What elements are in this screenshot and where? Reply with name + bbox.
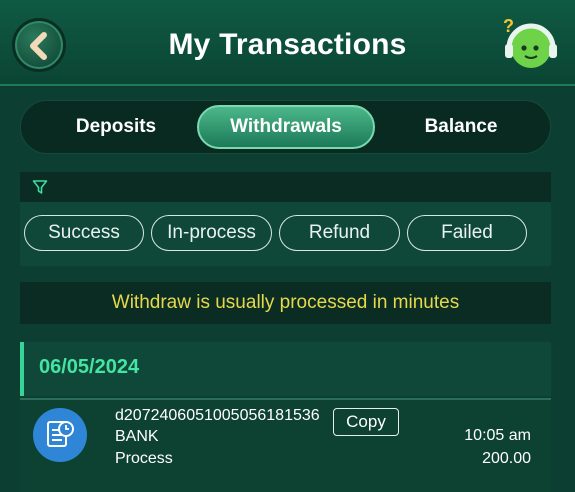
filter-icon[interactable]	[32, 179, 48, 195]
date-label: 06/05/2024	[39, 356, 140, 378]
tab-balance[interactable]: Balance	[391, 105, 531, 149]
filter-chip-in-process[interactable]: In-process	[151, 215, 272, 251]
tab-withdrawals[interactable]: Withdrawals	[197, 105, 375, 149]
transaction-status: Process	[115, 450, 173, 467]
transaction-method: BANK	[115, 428, 159, 445]
support-button[interactable]: ?	[499, 14, 561, 76]
status-filter-chips: Success In-process Refund Failed	[20, 202, 551, 266]
support-headset-icon: ?	[503, 16, 557, 68]
processing-notice: Withdraw is usually processed in minutes	[20, 282, 551, 324]
transaction-row[interactable]: d2072406051005056181536 Copy BANK Proces…	[20, 400, 551, 492]
header-bar: My Transactions ?	[0, 0, 575, 86]
transaction-time: 10:05 am	[464, 427, 531, 444]
filter-chip-success[interactable]: Success	[24, 215, 144, 251]
transaction-type-tabs: Deposits Withdrawals Balance	[20, 100, 551, 154]
transaction-id: d2072406051005056181536	[115, 407, 320, 424]
filter-bar	[20, 172, 551, 202]
receipt-clock-icon	[33, 408, 87, 462]
transaction-amount: 200.00	[482, 450, 531, 467]
copy-button[interactable]: Copy	[333, 408, 399, 436]
page-title: My Transactions	[168, 28, 407, 61]
filter-chip-refund[interactable]: Refund	[279, 215, 400, 251]
filter-chip-failed[interactable]: Failed	[407, 215, 527, 251]
date-group-header: 06/05/2024	[20, 342, 551, 396]
tab-deposits[interactable]: Deposits	[51, 105, 181, 149]
svg-text:?: ?	[503, 16, 514, 36]
